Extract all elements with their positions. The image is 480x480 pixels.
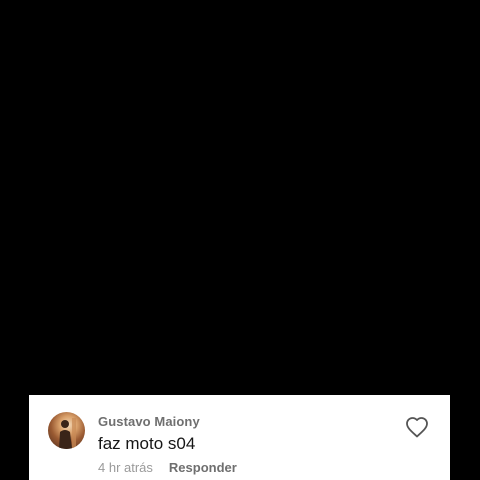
avatar[interactable] [48, 412, 85, 449]
comment-timestamp: 4 hr atrás [98, 460, 153, 475]
person-silhouette-icon [59, 418, 76, 449]
heart-outline-icon[interactable] [405, 416, 429, 438]
comment-card: Gustavo Maiony faz moto s04 4 hr atrás R… [29, 395, 450, 480]
comment-meta: 4 hr atrás Responder [98, 460, 237, 475]
comment-author[interactable]: Gustavo Maiony [98, 414, 200, 429]
video-area[interactable]: Gustavo Maiony faz moto s04 4 hr atrás R… [0, 0, 480, 480]
reply-button[interactable]: Responder [169, 460, 237, 475]
comment-text: faz moto s04 [98, 434, 196, 453]
